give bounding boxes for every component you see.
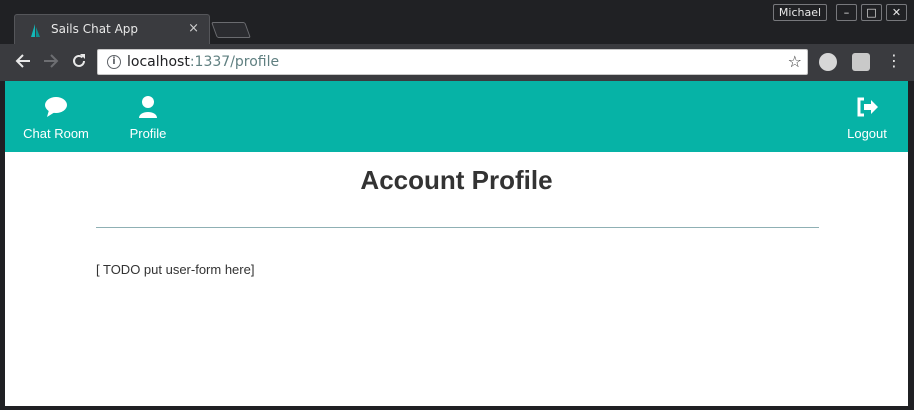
nav-profile[interactable]: Profile <box>123 95 173 142</box>
nav-chat-room[interactable]: Chat Room <box>21 95 91 142</box>
browser-titlebar: Sails Chat App × Michael – □ ✕ <box>0 0 914 44</box>
nav-profile-label: Profile <box>129 126 167 141</box>
url-text: localhost:1337/profile <box>127 54 280 70</box>
sails-favicon-icon <box>31 24 40 37</box>
page-title: Account Profile <box>360 165 553 195</box>
app-navbar: Chat Room Profile Logout <box>5 81 908 152</box>
back-arrow-icon[interactable] <box>14 52 32 75</box>
divider <box>96 227 819 228</box>
info-icon[interactable]: i <box>107 55 121 69</box>
browser-toolbar: i localhost:1337/profile ☆ ⋮ <box>0 44 914 81</box>
user-form-placeholder: [ TODO put user-form here] <box>96 262 255 277</box>
star-icon[interactable]: ☆ <box>788 52 802 71</box>
page-viewport: Chat Room Profile Logout Account Profile… <box>5 81 908 406</box>
profile-button[interactable]: Michael <box>773 4 827 21</box>
forward-arrow-icon[interactable] <box>42 52 60 75</box>
nav-logout-label: Logout <box>847 126 887 141</box>
nav-chat-room-label: Chat Room <box>23 126 89 141</box>
user-icon <box>139 96 157 118</box>
new-tab-button[interactable] <box>211 22 251 38</box>
extension-icon[interactable] <box>852 53 870 71</box>
logout-icon <box>857 97 878 117</box>
tab-close-icon[interactable]: × <box>188 21 199 36</box>
chat-bubble-icon <box>45 97 67 117</box>
reload-icon[interactable] <box>70 52 88 75</box>
tab-title: Sails Chat App <box>51 22 139 36</box>
nav-logout[interactable]: Logout <box>841 95 893 142</box>
minimize-button[interactable]: – <box>836 4 857 21</box>
close-window-button[interactable]: ✕ <box>886 4 907 21</box>
address-bar[interactable]: i localhost:1337/profile ☆ <box>97 49 808 75</box>
menu-icon[interactable]: ⋮ <box>886 51 902 71</box>
extension-icon[interactable] <box>819 53 837 71</box>
browser-tab[interactable]: Sails Chat App × <box>14 14 210 44</box>
maximize-button[interactable]: □ <box>861 4 882 21</box>
